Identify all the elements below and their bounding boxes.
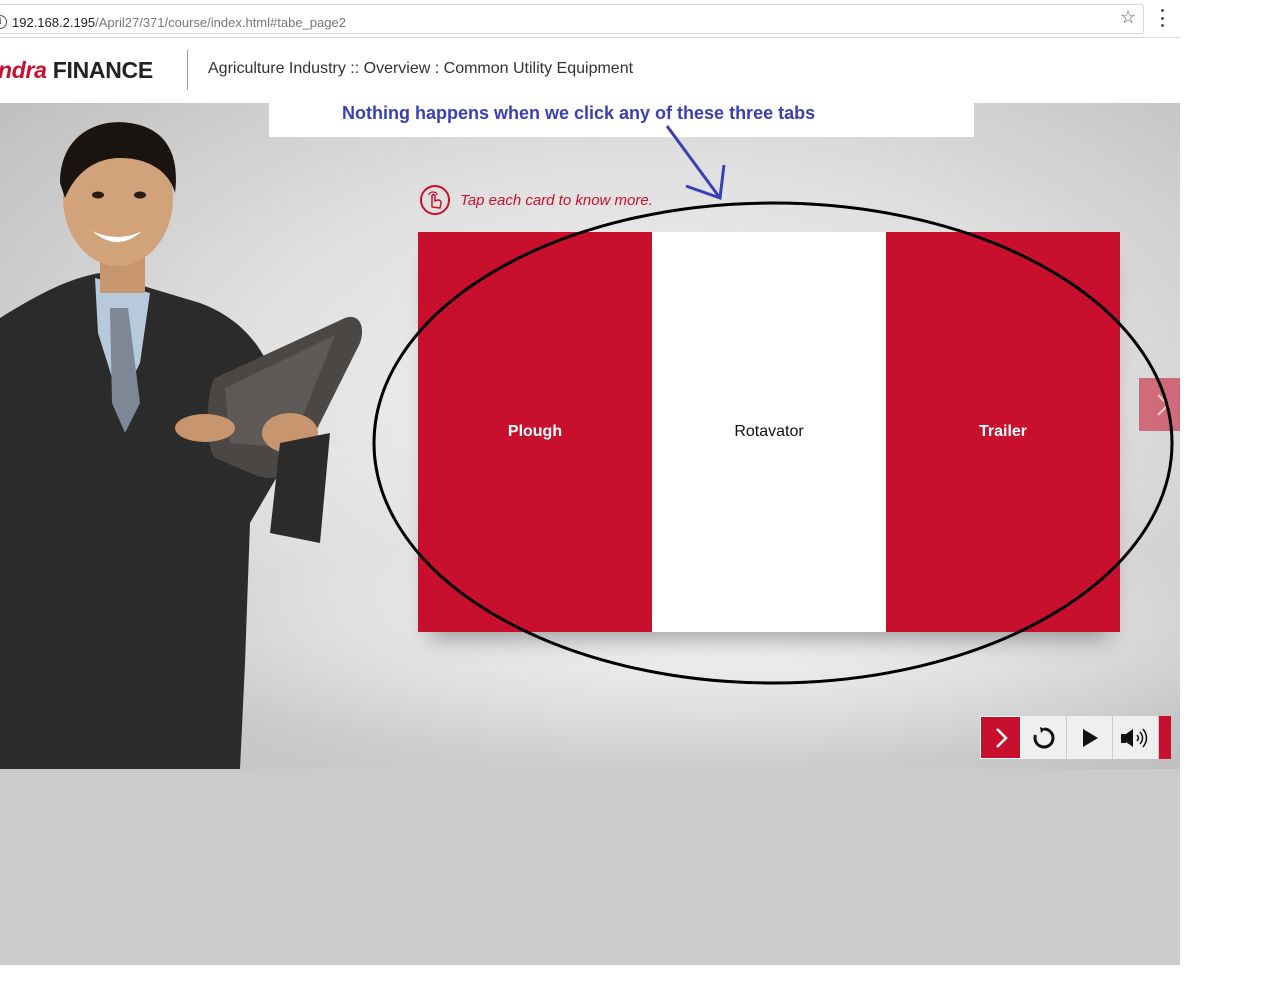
controls-end-cap [1159, 716, 1171, 759]
browser-menu-icon[interactable] [1158, 8, 1166, 28]
next-button[interactable] [980, 716, 1021, 759]
brand-logo: ndra FINANCE [0, 57, 153, 84]
card-label: Plough [507, 423, 563, 440]
tap-hand-icon [420, 185, 450, 215]
bookmark-star-icon[interactable]: ☆ [1120, 7, 1136, 27]
info-icon[interactable]: i [0, 15, 7, 29]
url-field[interactable]: i 192.168.2.195/April27/371/course/index… [0, 4, 1144, 34]
card-label: Rotavator [734, 423, 804, 440]
browser-window: i 192.168.2.195/April27/371/course/index… [0, 0, 1180, 965]
url-path: /April27/371/course/index.html#tabe_page… [95, 15, 346, 30]
tap-hint-text: Tap each card to know more. [460, 191, 653, 209]
presenter-illustration [0, 122, 363, 769]
card-row: Plough Rotavator Trailer [418, 232, 1120, 632]
card-label: Trailer [978, 423, 1028, 440]
course-stage: Nothing happens when we click any of the… [0, 103, 1180, 769]
address-bar: i 192.168.2.195/April27/371/course/index… [0, 0, 1180, 38]
replay-button[interactable] [1021, 716, 1067, 759]
url-text[interactable]: 192.168.2.195/April27/371/course/index.h… [12, 15, 346, 30]
breadcrumb: Agriculture Industry :: Overview : Commo… [208, 60, 634, 77]
replay-icon [1033, 726, 1054, 748]
annotation-text: Nothing happens when we click any of the… [342, 103, 816, 123]
side-next-button[interactable] [1139, 378, 1180, 431]
url-host: 192.168.2.195 [12, 15, 96, 30]
chevron-right-icon [995, 727, 1008, 748]
speaker-icon [1120, 728, 1147, 747]
brand-logo-left: ndra [0, 57, 47, 83]
play-icon [1082, 728, 1098, 747]
volume-button[interactable] [1113, 716, 1159, 759]
card-rotavator[interactable]: Rotavator [652, 232, 886, 632]
card-plough[interactable]: Plough [418, 232, 652, 632]
player-controls [980, 716, 1171, 759]
header-divider [187, 50, 188, 90]
app-header: ndra FINANCE Agriculture Industry :: Ove… [0, 38, 1180, 103]
card-trailer[interactable]: Trailer [886, 232, 1120, 632]
play-button[interactable] [1067, 716, 1113, 759]
tap-hint: Tap each card to know more. [420, 185, 653, 215]
brand-logo-right: FINANCE [52, 57, 153, 83]
